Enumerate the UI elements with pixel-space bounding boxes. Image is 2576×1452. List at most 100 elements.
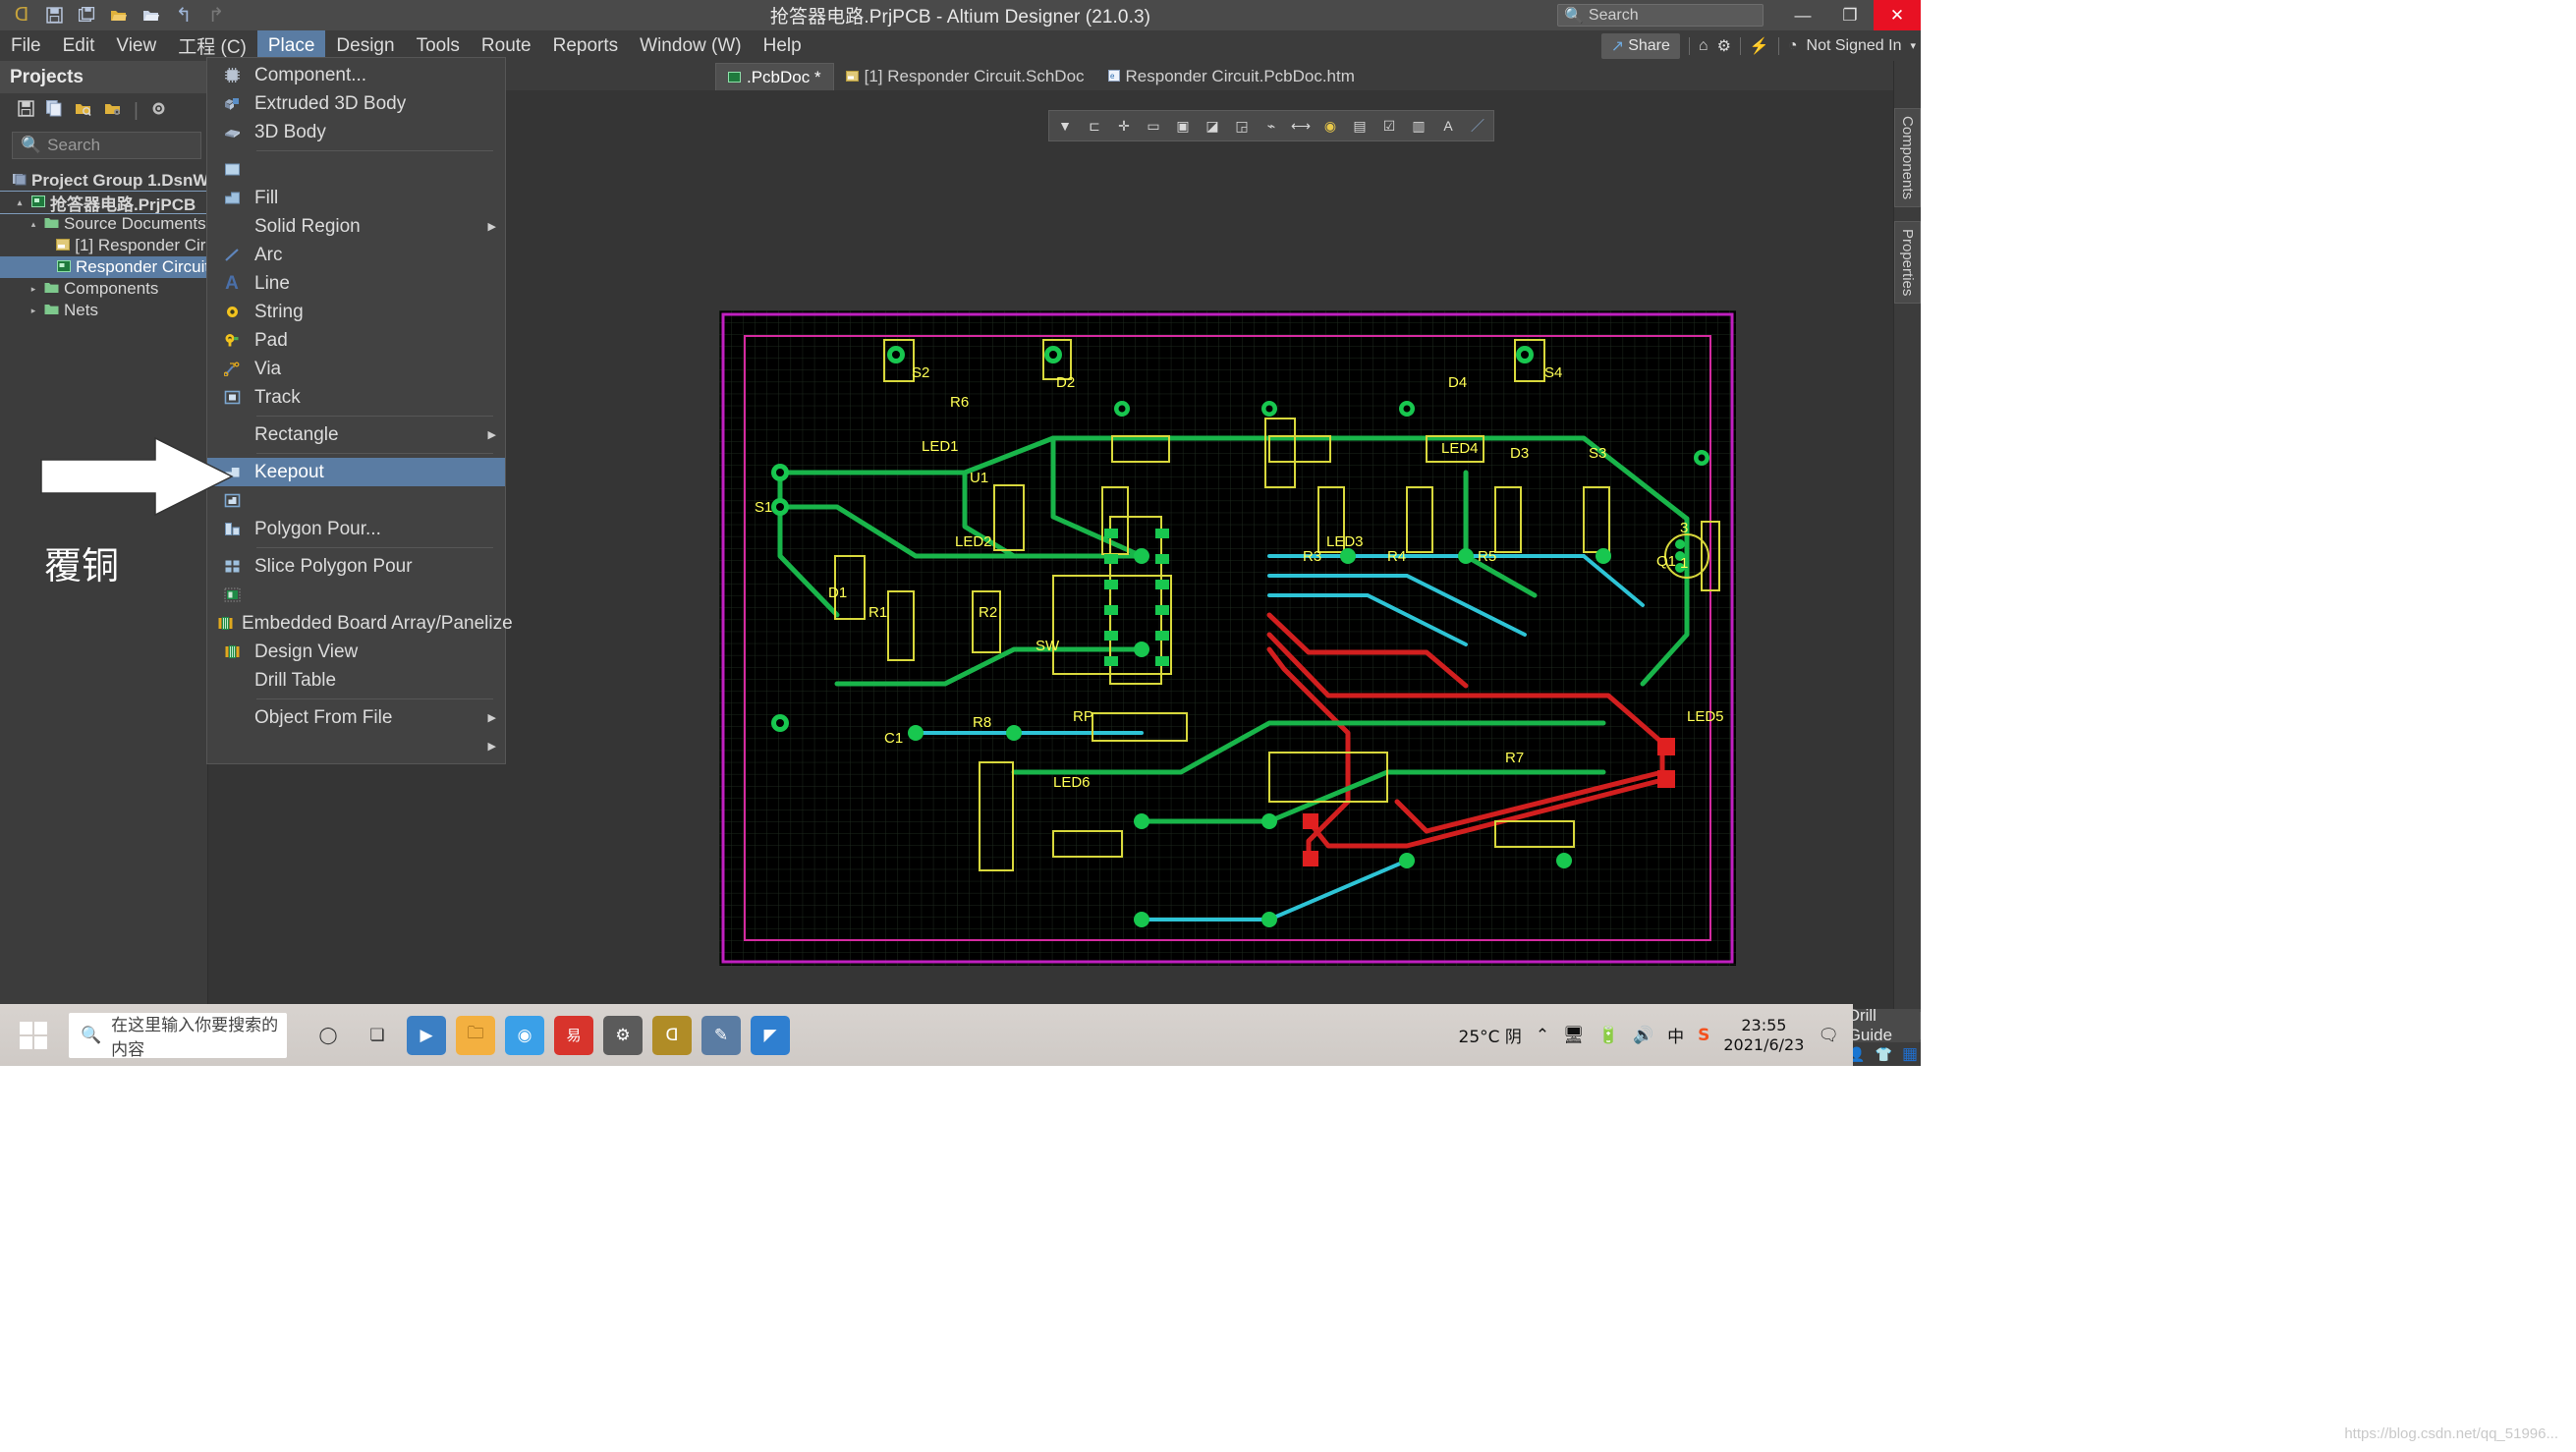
solid-region-icon[interactable]: ◪ <box>1203 116 1222 136</box>
twisty[interactable]: ▸ <box>28 306 39 316</box>
copy-icon[interactable] <box>46 100 63 122</box>
settings-icon[interactable]: ⚙ <box>603 1016 643 1055</box>
copper-icon[interactable]: ⌁ <box>1261 116 1281 136</box>
dimension-icon[interactable]: ⟷ <box>1291 116 1311 136</box>
menu-item-string[interactable]: A Line <box>207 269 505 298</box>
line-icon[interactable]: ／ <box>1468 116 1487 136</box>
menu-item-work-guides[interactable]: ▶ <box>207 732 505 760</box>
menu-file[interactable]: File <box>0 30 52 61</box>
chart-icon[interactable]: ▥ <box>1409 116 1428 136</box>
taskbar-search-input[interactable]: 🔍 在这里输入你要搜索的内容 <box>69 1013 287 1058</box>
taskbar-clock[interactable]: 23:55 2021/6/23 <box>1723 1016 1804 1054</box>
notification-icon[interactable]: ⚡ <box>1750 36 1769 56</box>
measure-icon[interactable]: ⊏ <box>1085 116 1104 136</box>
pour-icon[interactable]: ◲ <box>1232 116 1252 136</box>
crosshair-icon[interactable]: ✛ <box>1114 116 1134 136</box>
battery-icon[interactable]: 🔋 <box>1598 1026 1619 1045</box>
folder-settings-icon[interactable] <box>104 101 122 122</box>
menu-item-drill-table[interactable]: Embedded Board Array/Panelize <box>207 609 505 638</box>
tree-item-nets[interactable]: ▸ Nets <box>0 300 207 321</box>
fill-icon[interactable]: ▣ <box>1173 116 1193 136</box>
save-icon[interactable] <box>18 100 34 122</box>
cortana-icon[interactable]: ◯ <box>308 1016 348 1055</box>
menu-item-extruded-3d-body[interactable]: Extruded 3D Body <box>207 89 505 118</box>
twisty[interactable]: ▴ <box>28 219 39 230</box>
action-center-icon[interactable]: 🗨 <box>1818 1026 1839 1045</box>
browser-icon[interactable]: ◉ <box>505 1016 544 1055</box>
menu-window[interactable]: Window (W) <box>629 30 752 61</box>
menu-view[interactable]: View <box>105 30 167 61</box>
tab-pcbdoc[interactable]: .PcbDoc * <box>715 63 834 90</box>
task-view-icon[interactable]: ❏ <box>358 1016 397 1055</box>
menu-item-component[interactable]: Component... <box>207 61 505 89</box>
menu-item-pad[interactable]: String <box>207 298 505 326</box>
tree-item-schdoc[interactable]: [1] Responder Circuit.SchDoc <box>0 235 207 256</box>
projects-search-input[interactable]: 🔍 Search <box>12 132 201 159</box>
rectangle-icon[interactable]: ▭ <box>1144 116 1163 136</box>
menu-item-polygon-pour[interactable]: Keepout <box>207 458 505 486</box>
home-icon[interactable]: ⌂ <box>1699 37 1708 55</box>
video-app-icon[interactable]: ▶ <box>407 1016 446 1055</box>
menu-item-solid-region[interactable]: Fill <box>207 184 505 212</box>
menu-item-keepout[interactable]: Rectangle ▶ <box>207 420 505 449</box>
sogou-icon[interactable]: S <box>1698 1026 1709 1045</box>
ime-icon[interactable]: 中 <box>1667 1023 1684 1047</box>
tree-item-components[interactable]: ▸ Components <box>0 278 207 300</box>
keepout-icon[interactable]: ◉ <box>1320 116 1340 136</box>
windows-start-button[interactable] <box>0 1004 67 1066</box>
pcb-board-artwork[interactable]: S2 D2 S4 D4 S1 R6 S3 D3 LED1 U1 LED4 LED… <box>719 310 1736 966</box>
altium-icon[interactable]: ᗡ <box>652 1016 692 1055</box>
filter-icon[interactable]: ▼ <box>1055 116 1075 136</box>
menu-help[interactable]: Help <box>753 30 812 61</box>
menu-item-design-view[interactable] <box>207 581 505 609</box>
menu-item-layer-stack-table[interactable]: Design View <box>207 638 505 666</box>
ime-toolbox-icon[interactable]: ▦ <box>1902 1044 1918 1064</box>
account-label[interactable]: Not Signed In <box>1807 37 1902 55</box>
gear-icon[interactable]: ⚙ <box>1717 36 1731 56</box>
maximize-button[interactable]: ❐ <box>1826 0 1874 30</box>
menu-edit[interactable]: Edit <box>52 30 106 61</box>
chevron-up-icon[interactable]: ⌃ <box>1536 1026 1549 1045</box>
table-icon[interactable]: ☑ <box>1379 116 1399 136</box>
menu-item-line[interactable]: Arc <box>207 241 505 269</box>
dock-tab-properties[interactable]: Properties <box>1894 221 1921 304</box>
menu-item-dimension[interactable]: Object From File ▶ <box>207 703 505 732</box>
menu-item-fill[interactable] <box>207 155 505 184</box>
menu-item-track[interactable]: Via <box>207 355 505 383</box>
global-search-input[interactable]: 🔍 Search <box>1557 4 1764 27</box>
tab-htm[interactable]: e Responder Circuit.PcbDoc.htm <box>1096 63 1367 90</box>
tree-item-pcb-project[interactable]: ▴ 抢答器电路.PrjPCB <box>0 192 207 213</box>
tree-item-project-group[interactable]: Project Group 1.DsnWrk <box>0 170 207 192</box>
twisty[interactable]: ▴ <box>14 197 26 208</box>
menu-item-embedded-board-array[interactable]: Slice Polygon Pour <box>207 552 505 581</box>
tab-schdoc[interactable]: [1] Responder Circuit.SchDoc <box>834 63 1096 90</box>
menu-item-3d-body[interactable]: 3D Body <box>207 118 505 146</box>
netease-icon[interactable]: 易 <box>554 1016 593 1055</box>
open-folder-icon[interactable] <box>75 101 92 122</box>
menu-item-polygon-pour-cutout[interactable] <box>207 486 505 515</box>
file-explorer-icon[interactable]: 🗀 <box>456 1016 495 1055</box>
minimize-button[interactable]: — <box>1779 0 1826 30</box>
app-icon[interactable]: ◤ <box>751 1016 790 1055</box>
component-icon[interactable]: ▤ <box>1350 116 1370 136</box>
user-icon[interactable]: ◔ <box>1788 37 1798 55</box>
chevron-down-icon[interactable]: ▾ <box>1910 39 1916 52</box>
ime-skin-icon[interactable]: 👕 <box>1876 1046 1892 1063</box>
menu-reports[interactable]: Reports <box>542 30 630 61</box>
menu-item-rectangle[interactable]: Track <box>207 383 505 412</box>
menu-item-arc[interactable]: Solid Region ▶ <box>207 212 505 241</box>
share-button[interactable]: ↗ Share <box>1601 33 1680 59</box>
menu-item-via[interactable]: Pad <box>207 326 505 355</box>
weather-indicator[interactable]: 25°C 阴 <box>1459 1023 1522 1047</box>
monitor-icon[interactable]: 🖥 <box>1563 1026 1585 1045</box>
close-button[interactable]: ✕ <box>1874 0 1921 30</box>
volume-icon[interactable]: 🔊 <box>1633 1026 1653 1045</box>
text-icon[interactable]: A <box>1438 116 1458 136</box>
twisty[interactable]: ▸ <box>28 284 39 295</box>
tree-item-pcbdoc[interactable]: Responder Circuit.PcbDoc <box>0 256 207 278</box>
design-app-icon[interactable]: ✎ <box>701 1016 741 1055</box>
dock-tab-components[interactable]: Components <box>1894 108 1921 207</box>
tree-item-source-documents[interactable]: ▴ Source Documents <box>0 213 207 235</box>
menu-item-slice-polygon-pour[interactable]: Polygon Pour... <box>207 515 505 543</box>
menu-item-object-from-file[interactable]: Drill Table <box>207 666 505 695</box>
